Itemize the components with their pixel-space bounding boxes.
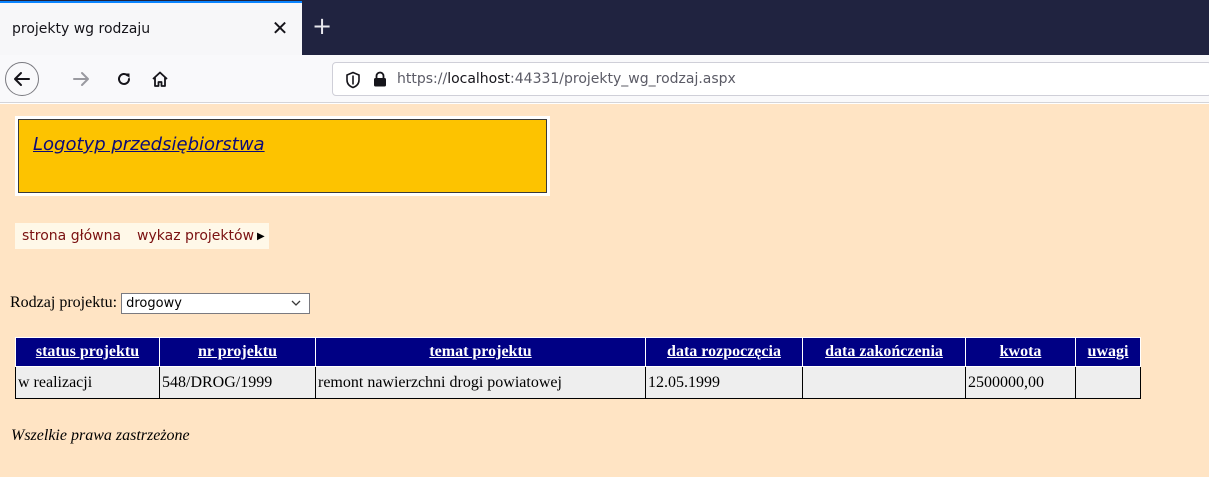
menu-item-projects[interactable]: wykaz projektów bbox=[130, 228, 263, 244]
forward-button[interactable] bbox=[64, 62, 98, 96]
new-tab-button[interactable]: + bbox=[309, 14, 335, 40]
arrow-right-icon bbox=[73, 72, 89, 86]
reload-icon bbox=[118, 72, 130, 85]
menu-item-home[interactable]: strona główna bbox=[15, 228, 130, 244]
url-text: https://localhost:44331/projekty_wg_rodz… bbox=[397, 71, 736, 87]
page-content: Logotyp przedsiębiorstwa strona główna w… bbox=[0, 104, 1209, 477]
logo-box: Logotyp przedsiębiorstwa bbox=[18, 119, 547, 193]
column-header-notes[interactable]: uwagi bbox=[1075, 337, 1141, 367]
reload-button[interactable] bbox=[107, 62, 141, 96]
table-row: w realizacji 548/DROG/1999 remont nawier… bbox=[15, 366, 1141, 399]
logo-text[interactable]: Logotyp przedsiębiorstwa bbox=[33, 134, 265, 155]
project-type-filter: Rodzaj projektu: drogowy bbox=[10, 291, 311, 315]
column-header-topic[interactable]: temat projektu bbox=[315, 337, 646, 367]
filter-label: Rodzaj projektu: bbox=[10, 294, 118, 311]
navigation-toolbar: https://localhost:44331/projekty_wg_rodz… bbox=[0, 55, 1209, 103]
cell-number: 548/DROG/1999 bbox=[159, 366, 316, 399]
column-header-amount[interactable]: kwota bbox=[965, 337, 1076, 367]
footer-text: Wszelkie prawa zastrzeżone bbox=[11, 427, 190, 444]
cell-end-date bbox=[802, 366, 966, 399]
column-header-status[interactable]: status projektu bbox=[15, 337, 160, 367]
lock-icon[interactable] bbox=[373, 71, 387, 87]
home-icon bbox=[152, 71, 168, 87]
cell-start-date: 12.05.1999 bbox=[645, 366, 803, 399]
tab-strip: projekty wg rodzaju ✕ + bbox=[0, 0, 1209, 55]
url-path: :44331/projekty_wg_rodzaj.aspx bbox=[510, 71, 736, 87]
cell-topic: remont nawierzchni drogi powiatowej bbox=[315, 366, 646, 399]
submenu-arrow-icon: ▶ bbox=[257, 230, 265, 242]
home-button[interactable] bbox=[143, 62, 177, 96]
project-type-select[interactable]: drogowy bbox=[121, 292, 311, 314]
column-header-number[interactable]: nr projektu bbox=[159, 337, 316, 367]
tab-title: projekty wg rodzaju bbox=[12, 21, 151, 37]
address-bar[interactable]: https://localhost:44331/projekty_wg_rodz… bbox=[332, 62, 1209, 96]
url-scheme: https:// bbox=[397, 71, 448, 87]
cell-amount: 2500000,00 bbox=[965, 366, 1076, 399]
column-header-end-date[interactable]: data zakończenia bbox=[802, 337, 966, 367]
shield-icon[interactable] bbox=[345, 71, 361, 89]
main-menu: strona główna wykaz projektów ▶ bbox=[15, 223, 269, 249]
projects-table: status projektu nr projektu temat projek… bbox=[15, 337, 1141, 399]
close-tab-icon[interactable]: ✕ bbox=[267, 15, 293, 41]
select-value: drogowy bbox=[126, 295, 182, 311]
arrow-left-icon bbox=[14, 72, 30, 86]
cell-status: w realizacji bbox=[15, 366, 160, 399]
table-header-row: status projektu nr projektu temat projek… bbox=[15, 337, 1141, 367]
logo-banner: Logotyp przedsiębiorstwa bbox=[15, 116, 550, 196]
cell-notes bbox=[1075, 366, 1141, 399]
back-button[interactable] bbox=[5, 62, 39, 96]
column-header-start-date[interactable]: data rozpoczęcia bbox=[645, 337, 803, 367]
chevron-down-icon bbox=[291, 300, 301, 306]
url-host: localhost bbox=[447, 71, 511, 87]
browser-tab[interactable]: projekty wg rodzaju ✕ bbox=[0, 1, 302, 55]
